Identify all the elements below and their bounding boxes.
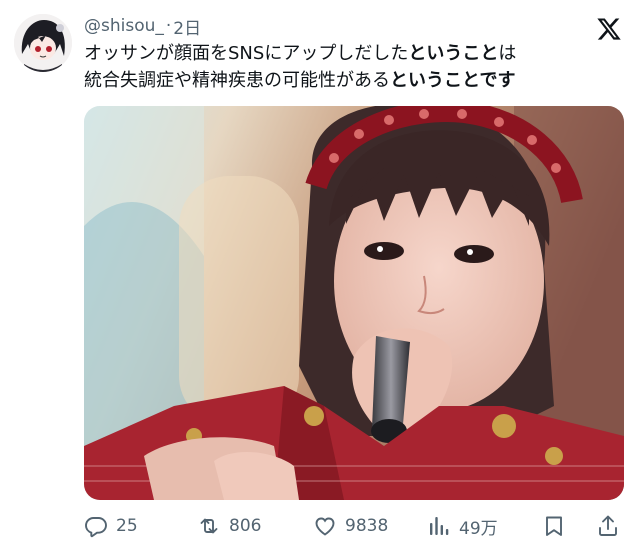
reply-button[interactable]: 25 [84,512,138,540]
text-segment-bold: ということ [408,43,499,64]
tweet-media-image[interactable] [84,106,624,500]
text-segment-bold: ということです [390,70,516,91]
tweet-text: オッサンが顔面をSNSにアップしだしたということは 統合失調症や精神疾患の可能性… [84,40,624,94]
avatar-illustration [14,14,72,72]
text-segment: 統合失調症や精神疾患の可能性がある [84,70,390,91]
heart-icon [315,517,335,536]
views-count: 49万 [459,518,498,539]
bookmark-icon [546,516,562,536]
text-segment: は [498,43,517,64]
repost-button[interactable]: 806 [197,512,261,540]
header-separator: · [165,16,172,36]
views-bar-chart-icon [430,517,449,535]
like-button[interactable]: 9838 [313,512,388,540]
user-handle[interactable]: @shisou_ [84,16,164,36]
tweet-action-bar: 25 806 9838 49万 [84,512,624,540]
share-button[interactable] [596,512,620,540]
text-segment: オッサンが顔面をSNSにアップしだした [84,43,409,64]
reply-icon [85,517,107,538]
like-count: 9838 [345,516,389,536]
repost-count: 806 [229,516,262,536]
avatar[interactable] [14,14,72,72]
tweet-text-line-2: 統合失調症や精神疾患の可能性があるということです [84,67,624,94]
bookmark-button[interactable] [542,512,566,540]
timestamp[interactable]: 2日 [173,14,201,39]
repost-icon [200,518,218,534]
share-icon [599,515,617,536]
x-logo-icon [596,16,622,42]
reply-count: 25 [116,516,138,536]
tweet-header: @shisou_ · 2日 [84,14,201,39]
tweet-text-line-1: オッサンが顔面をSNSにアップしだしたということは [84,40,624,67]
views-button[interactable]: 49万 [427,512,498,540]
performer-photo [84,106,624,500]
